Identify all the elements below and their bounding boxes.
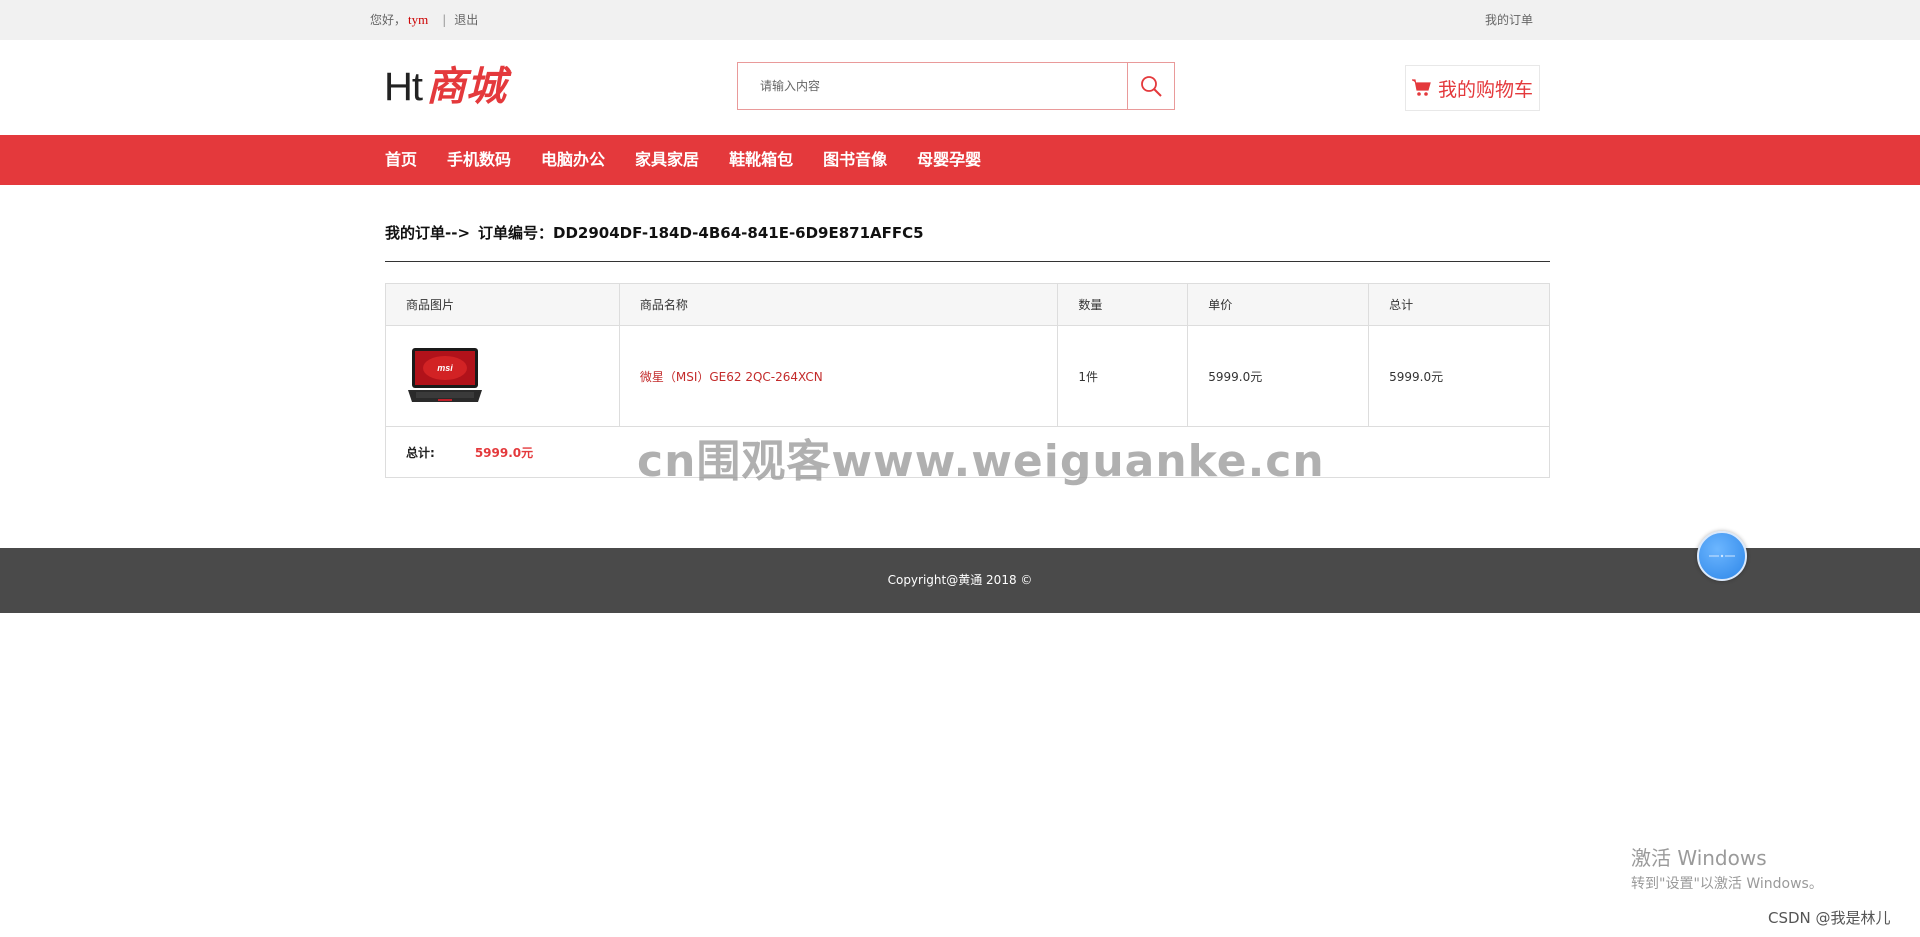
nav-item-home[interactable]: 首页 bbox=[385, 135, 417, 185]
product-name-link[interactable]: 微星（MSI）GE62 2QC-264XCN bbox=[618, 325, 1059, 427]
logo-latin: Ht bbox=[384, 65, 423, 109]
nav-item-furniture[interactable]: 家具家居 bbox=[635, 135, 699, 185]
search-box bbox=[737, 62, 1175, 110]
total-label: 总计: bbox=[406, 445, 435, 460]
order-title: 我的订单--> 订单编号：DD2904DF-184D-4B64-841E-6D9E… bbox=[385, 222, 924, 243]
logo[interactable]: Ht 商城 bbox=[384, 62, 506, 112]
cell-price: 5999.0元 bbox=[1187, 325, 1370, 427]
top-bar-inner: 您好， tym | 退出 我的订单 bbox=[370, 0, 1533, 40]
order-table: 商品图片 商品名称 数量 单价 总计 msi 微星（MSI）GE62 2QC-2… bbox=[385, 283, 1550, 478]
search-icon bbox=[1141, 76, 1162, 97]
table-row: msi 微星（MSI）GE62 2QC-264XCN 1件 5999.0元 59… bbox=[385, 325, 1550, 427]
win-activate-title: 激活 Windows bbox=[1631, 846, 1767, 870]
title-divider bbox=[385, 261, 1550, 262]
float-icon bbox=[1709, 554, 1735, 558]
header-name: 商品名称 bbox=[618, 283, 1059, 326]
nav-item-phones[interactable]: 手机数码 bbox=[447, 135, 511, 185]
nav-item-shoes-bags[interactable]: 鞋靴箱包 bbox=[729, 135, 793, 185]
header-image: 商品图片 bbox=[385, 283, 620, 326]
total-value: 5999.0元 bbox=[474, 445, 534, 460]
logo-cn: 商城 bbox=[426, 63, 506, 110]
my-orders-link[interactable]: 我的订单 bbox=[1485, 0, 1533, 40]
top-bar: 您好， tym | 退出 我的订单 bbox=[0, 0, 1920, 40]
logout-link[interactable]: 退出 bbox=[454, 13, 478, 27]
footer: Copyright@黄通 2018 © bbox=[0, 548, 1920, 613]
crumb-my-orders[interactable]: 我的订单--> bbox=[385, 224, 470, 242]
header-total: 总计 bbox=[1368, 283, 1550, 326]
header-qty: 数量 bbox=[1057, 283, 1189, 326]
search-button[interactable] bbox=[1127, 63, 1174, 109]
cell-qty: 1件 bbox=[1057, 325, 1189, 427]
greeting-area: 您好， tym | 退出 bbox=[370, 0, 478, 40]
cell-image: msi bbox=[385, 325, 620, 427]
header: Ht商城 我的购物车 bbox=[0, 40, 1920, 135]
cart-button[interactable]: 我的购物车 bbox=[1405, 65, 1540, 111]
table-total-row: 总计: 5999.0元 bbox=[385, 426, 1550, 478]
nav-item-baby[interactable]: 母婴孕婴 bbox=[917, 135, 981, 185]
main-nav: 首页 手机数码 电脑办公 家具家居 鞋靴箱包 图书音像 母婴孕婴 bbox=[0, 135, 1920, 185]
copyright-text: Copyright@黄通 2018 © bbox=[887, 573, 1033, 587]
total-cell: 总计: 5999.0元 bbox=[385, 426, 1550, 478]
svg-text:msi: msi bbox=[437, 363, 453, 373]
product-image[interactable]: msi bbox=[406, 346, 484, 406]
separator: | bbox=[442, 13, 447, 27]
search-input[interactable] bbox=[738, 63, 1128, 109]
cart-icon bbox=[1411, 79, 1431, 96]
csdn-signature: CSDN @我是林儿 bbox=[1768, 909, 1891, 927]
header-price: 单价 bbox=[1187, 283, 1370, 326]
floating-assistant-button[interactable] bbox=[1697, 531, 1747, 581]
cell-total: 5999.0元 bbox=[1368, 325, 1550, 427]
greeting-text: 您好， bbox=[370, 13, 407, 27]
nav-item-computers[interactable]: 电脑办公 bbox=[541, 135, 605, 185]
username-link[interactable]: tym bbox=[408, 12, 428, 27]
win-activate-subtitle: 转到"设置"以激活 Windows。 bbox=[1631, 876, 1823, 892]
nav-item-books[interactable]: 图书音像 bbox=[823, 135, 887, 185]
windows-activation-notice: 激活 Windows 转到"设置"以激活 Windows。 bbox=[1631, 842, 1823, 893]
table-header-row: 商品图片 商品名称 数量 单价 总计 bbox=[385, 283, 1550, 326]
order-code: 订单编号：DD2904DF-184D-4B64-841E-6D9E871AFFC… bbox=[478, 224, 924, 242]
cart-label: 我的购物车 bbox=[1437, 78, 1533, 101]
